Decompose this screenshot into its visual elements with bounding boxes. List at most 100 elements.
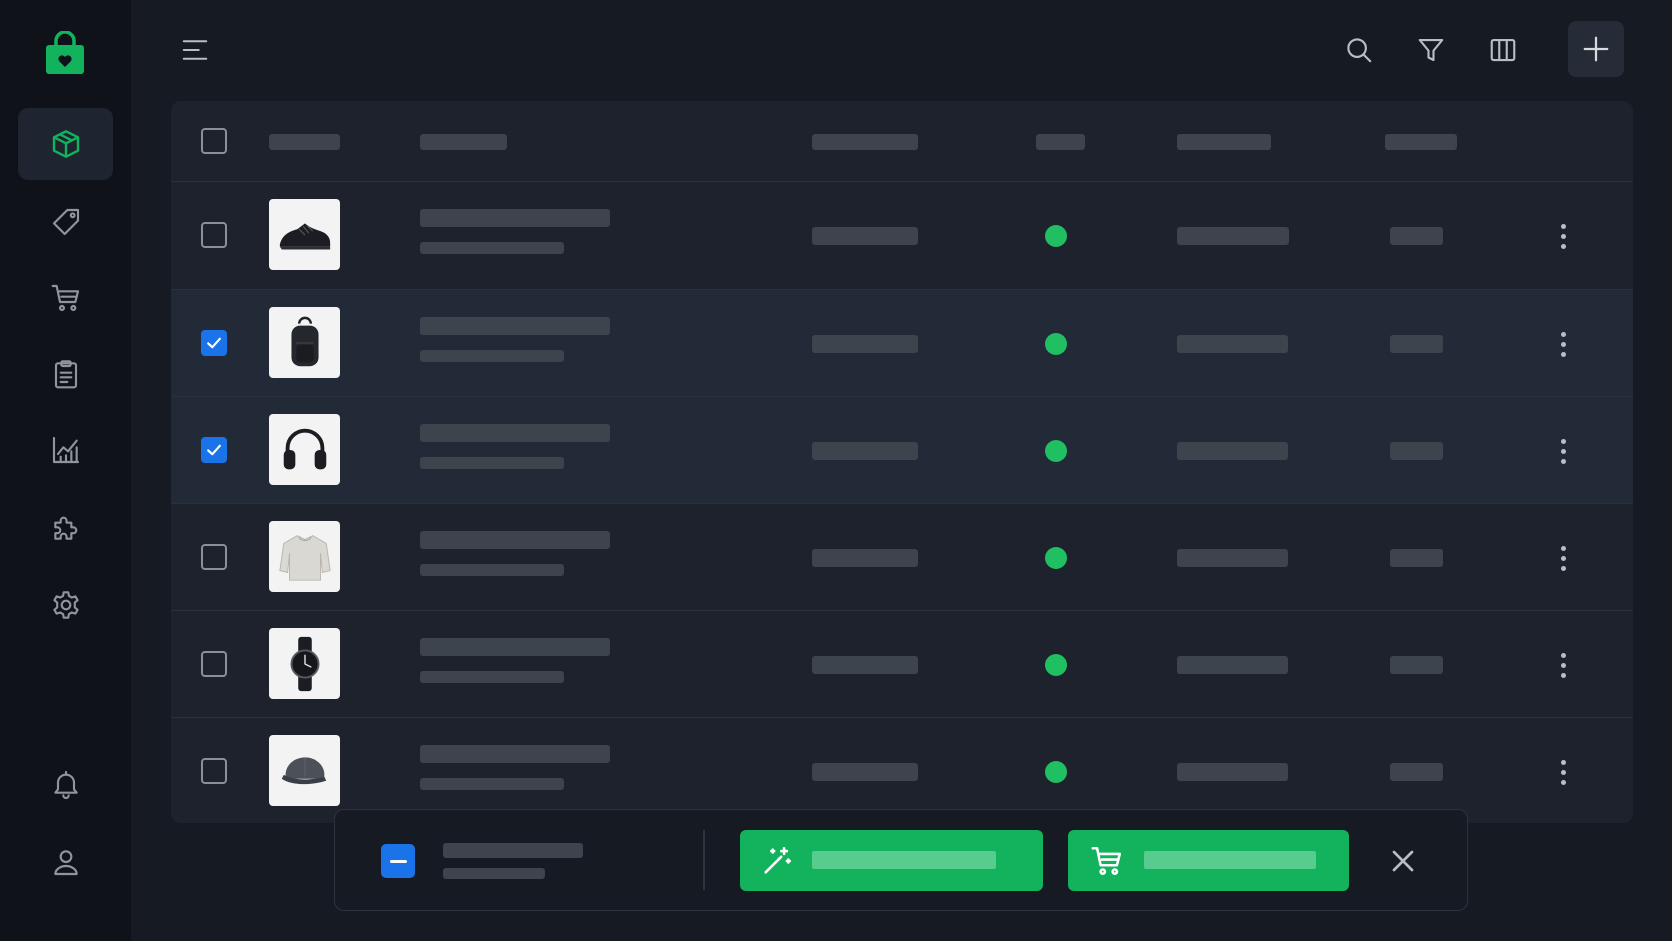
table-row[interactable]	[171, 289, 1633, 396]
columns-icon	[1490, 38, 1516, 62]
status-indicator	[1045, 654, 1067, 676]
checkmark-icon	[207, 444, 221, 456]
column-header-status[interactable]	[1036, 134, 1085, 150]
product-thumbnail[interactable]	[269, 307, 340, 378]
table-row[interactable]	[171, 396, 1633, 503]
checkmark-icon	[207, 337, 221, 349]
sneaker-icon	[279, 222, 330, 249]
product-thumbnail[interactable]	[269, 735, 340, 806]
plus-icon	[1583, 36, 1609, 62]
status-indicator	[1045, 333, 1067, 355]
sales-placeholder	[1390, 549, 1443, 567]
status-indicator	[1045, 761, 1067, 783]
table-header-row	[171, 101, 1633, 181]
row-checkbox[interactable]	[201, 651, 227, 677]
product-thumbnail[interactable]	[269, 521, 340, 592]
puzzle-icon	[53, 516, 77, 540]
watch-icon	[290, 636, 319, 691]
bell-icon	[53, 770, 78, 799]
product-name-placeholder	[420, 638, 610, 656]
backpack-icon	[290, 316, 319, 366]
column-header-price[interactable]	[812, 134, 918, 150]
product-sku-placeholder	[420, 671, 564, 683]
table-row[interactable]	[171, 181, 1633, 289]
cart-icon	[1091, 846, 1122, 876]
row-checkbox[interactable]	[201, 437, 227, 463]
row-checkbox[interactable]	[201, 222, 227, 248]
price-placeholder	[812, 549, 918, 567]
row-menu-icon[interactable]	[1551, 326, 1575, 362]
price-placeholder	[812, 335, 918, 353]
price-placeholder	[812, 656, 918, 674]
product-thumbnail[interactable]	[269, 628, 340, 699]
column-header-sales[interactable]	[1385, 134, 1457, 150]
product-name-placeholder	[420, 317, 610, 335]
divider	[703, 830, 705, 890]
shopping-bag-logo-icon[interactable]	[44, 30, 86, 75]
status-indicator	[1045, 547, 1067, 569]
search-button[interactable]	[1339, 30, 1379, 70]
close-bulk-bar-button[interactable]	[1385, 843, 1421, 879]
bulk-action-bar	[334, 809, 1468, 911]
sidebar-item-products[interactable]	[18, 108, 113, 180]
product-thumbnail[interactable]	[269, 414, 340, 485]
headphones-icon	[283, 428, 326, 469]
sidebar-item-analytics[interactable]	[18, 414, 113, 486]
sidebar-item-cart[interactable]	[18, 262, 113, 334]
column-header-image[interactable]	[269, 134, 340, 150]
sales-placeholder	[1390, 656, 1443, 674]
inventory-placeholder	[1177, 549, 1288, 567]
sales-placeholder	[1390, 763, 1443, 781]
price-placeholder	[812, 442, 918, 460]
price-placeholder	[812, 227, 918, 245]
sales-placeholder	[1390, 335, 1443, 353]
product-sku-placeholder	[420, 350, 564, 362]
row-menu-icon[interactable]	[1551, 754, 1575, 790]
table-row[interactable]	[171, 610, 1633, 717]
product-sku-placeholder	[420, 242, 564, 254]
row-checkbox[interactable]	[201, 544, 227, 570]
menu-button[interactable]	[175, 30, 215, 70]
row-menu-icon[interactable]	[1551, 433, 1575, 469]
inventory-placeholder	[1177, 656, 1288, 674]
table-row[interactable]	[171, 717, 1633, 823]
magic-action-button[interactable]	[740, 830, 1043, 891]
bulk-select-checkbox[interactable]	[381, 844, 415, 878]
sidebar-item-tags[interactable]	[18, 186, 113, 258]
cart-action-button[interactable]	[1068, 830, 1349, 891]
filter-button[interactable]	[1411, 30, 1451, 70]
sidebar-item-integrations[interactable]	[18, 492, 113, 564]
tag-icon	[52, 208, 79, 236]
product-name-placeholder	[420, 531, 610, 549]
sidebar-item-orders[interactable]	[18, 338, 113, 410]
profile-button[interactable]	[18, 826, 113, 898]
magic-wand-icon	[764, 846, 792, 874]
column-header-product[interactable]	[420, 134, 507, 150]
columns-button[interactable]	[1483, 30, 1523, 70]
row-menu-icon[interactable]	[1551, 647, 1575, 683]
magic-action-label-placeholder	[812, 851, 996, 869]
add-product-button[interactable]	[1568, 21, 1624, 77]
table-row[interactable]	[171, 503, 1633, 610]
status-indicator	[1045, 225, 1067, 247]
product-name-placeholder	[420, 209, 610, 227]
cap-icon	[281, 756, 326, 784]
row-checkbox[interactable]	[201, 758, 227, 784]
cart-action-label-placeholder	[1144, 851, 1316, 869]
cart-icon	[51, 284, 79, 312]
cube-icon	[52, 130, 79, 158]
sidebar	[0, 0, 131, 941]
product-thumbnail[interactable]	[269, 199, 340, 270]
column-header-inventory[interactable]	[1177, 134, 1271, 150]
inventory-placeholder	[1177, 335, 1288, 353]
selection-subtext-placeholder	[443, 868, 545, 879]
row-menu-icon[interactable]	[1551, 540, 1575, 576]
sales-placeholder	[1390, 227, 1443, 245]
chart-icon	[52, 436, 79, 464]
notifications-button[interactable]	[18, 748, 113, 820]
row-menu-icon[interactable]	[1551, 218, 1575, 254]
product-name-placeholder	[420, 745, 610, 763]
row-checkbox[interactable]	[201, 330, 227, 356]
sidebar-item-settings[interactable]	[18, 569, 113, 641]
select-all-checkbox[interactable]	[201, 128, 227, 154]
